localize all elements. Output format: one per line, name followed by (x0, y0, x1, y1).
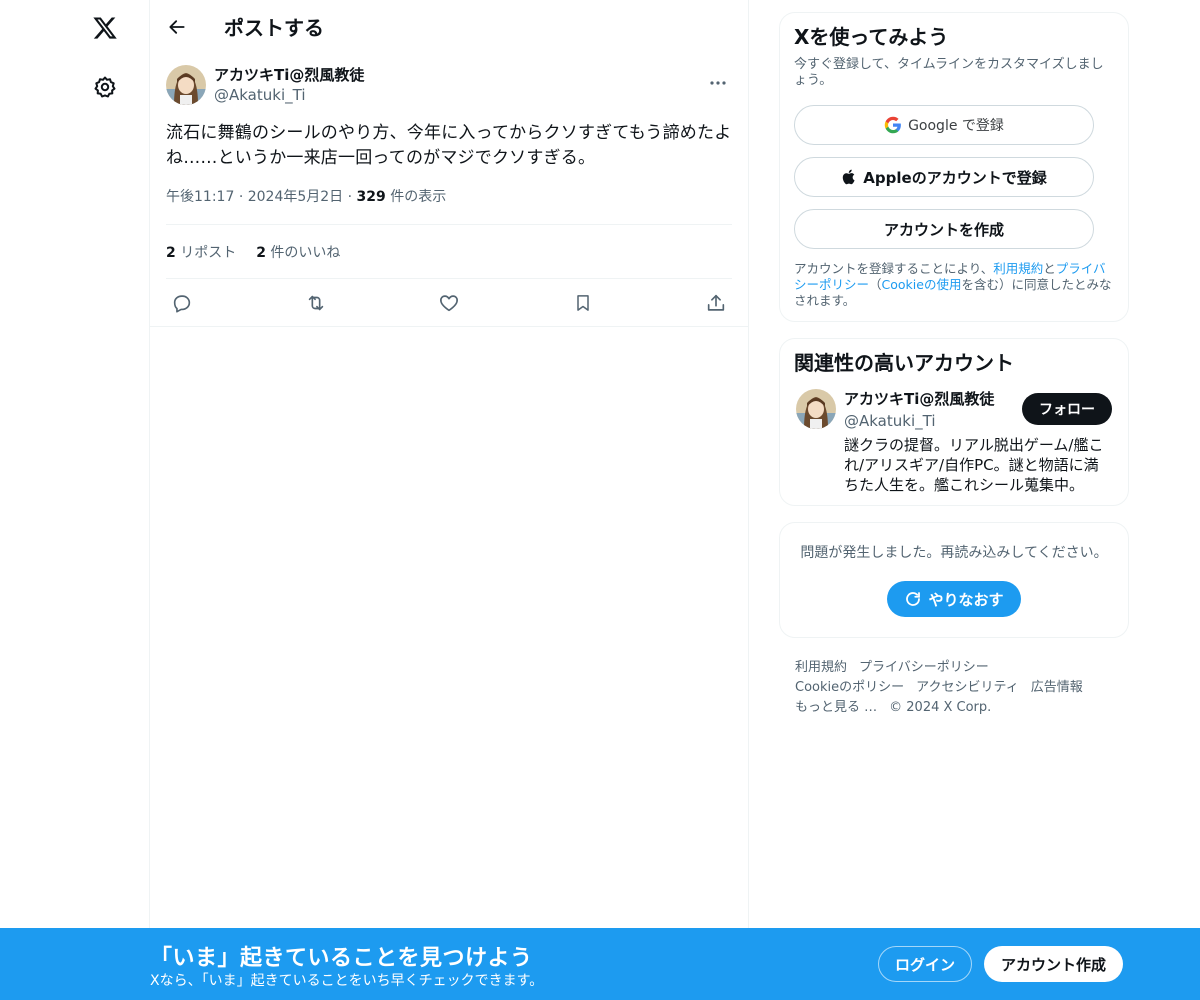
terms-and: と (1043, 261, 1056, 276)
signup-subtitle: 今すぐ登録して、タイムラインをカスタマイズしましょう。 (794, 57, 1104, 88)
views-label: 件の表示 (385, 189, 447, 205)
related-bio: 謎クラの提督。リアル脱出ゲーム/艦これ/アリスギア/自作PC。謎と物語に満ちた人… (844, 436, 1104, 494)
repost-icon[interactable] (304, 291, 328, 315)
page-title: ポストする (224, 16, 324, 40)
banner-subtitle: Xなら、「いま」起きていることをいち早くチェックできます。 (150, 973, 544, 989)
meta-separator: · (347, 189, 357, 205)
terms-prefix: アカウントを登録することにより、 (794, 261, 994, 276)
login-button[interactable]: ログイン (878, 946, 972, 982)
footer-links: 利用規約 プライバシーポリシー Cookieのポリシー アクセシビリティ 広告情報 も… (779, 654, 1129, 722)
back-arrow-icon[interactable] (166, 16, 188, 38)
reposts-label: リポスト (180, 244, 237, 261)
related-accounts-card: 関連性の高いアカウント アカツキTi@烈風教徒 @Akatuki_Ti 謎クラの… (779, 338, 1129, 506)
footer-link[interactable]: もっと見る … (795, 700, 877, 715)
terms-text: アカウントを登録することにより、利用規約とプライバシーポリシー（Cookieの使… (794, 261, 1114, 309)
bookmark-icon[interactable] (571, 291, 595, 315)
signup-title: Xを使ってみよう (794, 25, 949, 49)
error-message: 問題が発生しました。再読み込みしてください。 (800, 545, 1108, 561)
like-icon[interactable] (437, 291, 461, 315)
meta-separator: · (238, 189, 248, 205)
likes-label: 件のいいね (270, 244, 341, 261)
create-account-label: アカウントを作成 (883, 220, 1004, 239)
views-count: 329 (356, 189, 386, 205)
apple-icon (843, 169, 855, 185)
signup-card: Xを使ってみよう 今すぐ登録して、タイムラインをカスタマイズしましょう。 Goo… (779, 12, 1129, 322)
follow-button[interactable]: フォロー (1022, 393, 1112, 425)
right-column: Xを使ってみよう 今すぐ登録して、タイムラインをカスタマイズしましょう。 Goo… (779, 12, 1129, 722)
post-time[interactable]: 午後11:17 (166, 189, 234, 205)
footer-link[interactable]: 広告情報 (1031, 680, 1083, 695)
related-account[interactable]: アカツキTi@烈風教徒 @Akatuki_Ti 謎クラの提督。リアル脱出ゲーム/… (794, 389, 1114, 495)
create-account-button[interactable]: アカウントを作成 (794, 209, 1094, 249)
related-title: 関連性の高いアカウント (794, 351, 1014, 375)
x-logo-icon[interactable] (89, 12, 121, 44)
main-column: ポストする アカツキTi@烈風教徒 @Akatuki_Ti 流石に舞鶴のシールの… (149, 0, 749, 1000)
author-names: アカツキTi@烈風教徒 @Akatuki_Ti (214, 65, 364, 105)
retry-button[interactable]: やりなおす (887, 581, 1021, 617)
avatar[interactable] (166, 65, 206, 105)
error-card: 問題が発生しました。再読み込みしてください。 やりなおす (779, 522, 1129, 638)
reposts-count: 2 (166, 244, 176, 261)
banner-title: 「いま」起きていることを見つけよう (150, 946, 533, 971)
footer-link[interactable]: Cookieのポリシー (795, 680, 904, 695)
likes-count: 2 (256, 244, 266, 261)
apple-signup-button[interactable]: Appleのアカウントで登録 (794, 157, 1094, 197)
more-icon[interactable] (706, 71, 730, 95)
google-signup-button[interactable]: Google で登録 (794, 105, 1094, 145)
post: アカツキTi@烈風教徒 @Akatuki_Ti 流石に舞鶴のシールのやり方、今年… (150, 53, 748, 327)
author-row: アカツキTi@烈風教徒 @Akatuki_Ti (166, 53, 732, 117)
terms-link[interactable]: 利用規約 (993, 261, 1043, 276)
footer-link[interactable]: アクセシビリティ (916, 680, 1019, 695)
cookie-prefix: （ (869, 277, 882, 292)
cookie-link[interactable]: Cookieの使用 (882, 277, 962, 292)
google-signup-label: Google で登録 (908, 118, 1004, 134)
create-account-banner-button[interactable]: アカウント作成 (984, 946, 1123, 982)
refresh-icon (906, 592, 921, 606)
signup-banner: 「いま」起きていることを見つけよう Xなら、「いま」起きていることをいち早くチェ… (0, 928, 1200, 1000)
reposts-stat[interactable]: 2 リポスト (166, 242, 236, 262)
footer-link[interactable]: 利用規約 (795, 660, 847, 675)
reply-icon[interactable] (170, 291, 194, 315)
left-nav (0, 0, 150, 1000)
google-icon (884, 116, 901, 134)
post-stats: 2 リポスト 2 件のいいね (166, 225, 732, 279)
footer-link[interactable]: プライバシーポリシー (859, 660, 989, 675)
gear-icon[interactable] (91, 73, 119, 101)
action-bar (150, 279, 748, 327)
handle[interactable]: @Akatuki_Ti (214, 85, 364, 105)
retry-label: やりなおす (928, 590, 1004, 609)
copyright: © 2024 X Corp. (889, 700, 992, 715)
post-date[interactable]: 2024年5月2日 (248, 189, 343, 205)
likes-stat[interactable]: 2 件のいいね (256, 242, 340, 262)
avatar[interactable] (796, 389, 836, 429)
post-meta: 午後11:17 · 2024年5月2日 · 329 件の表示 (166, 185, 732, 225)
apple-signup-label: Appleのアカウントで登録 (863, 168, 1047, 187)
post-text: 流石に舞鶴のシールのやり方、今年に入ってからクソすぎてもう諦めたよね……というか… (166, 123, 732, 168)
top-bar: ポストする (150, 0, 748, 53)
display-name[interactable]: アカツキTi@烈風教徒 (214, 65, 364, 85)
share-icon[interactable] (704, 291, 728, 315)
